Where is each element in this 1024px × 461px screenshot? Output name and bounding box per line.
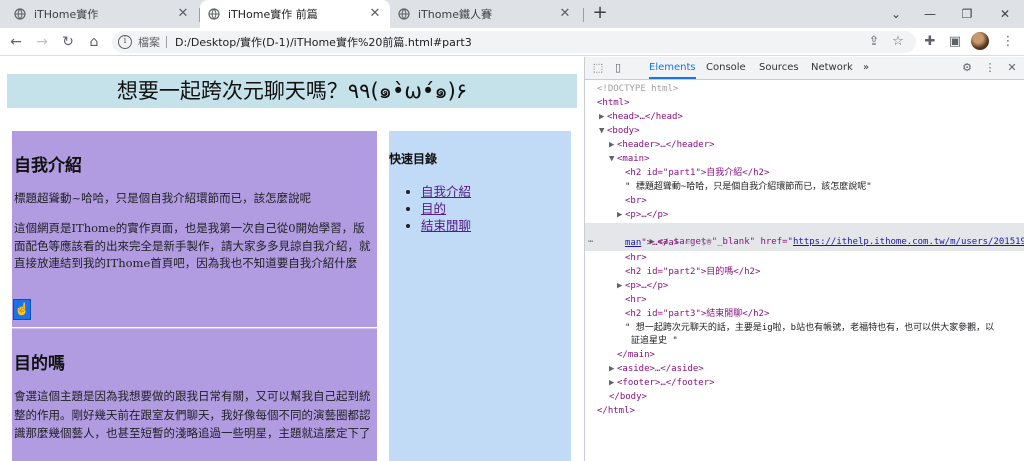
dom-node[interactable]: ▶ <aside>…</aside> (585, 363, 1024, 376)
dom-node[interactable]: <h2 id="part3">結束閒聊</h2> (585, 308, 1024, 321)
dom-node[interactable]: <!DOCTYPE html> (585, 83, 1024, 96)
paragraph: 這個網頁是IThome的實作頁面，也是我第一次自己從0開始學習，版面配色等應該看… (14, 221, 371, 270)
close-icon[interactable]: ✕ (368, 7, 382, 21)
expand-triangle-icon[interactable]: ▶ (617, 209, 625, 222)
toc-title: 快速目錄 (389, 152, 438, 166)
main-content: 自我介紹 標題超聳動~哈哈，只是個自我介紹環節而已，該怎麼說呢 這個網頁是ITh… (12, 131, 377, 461)
close-icon[interactable]: ✕ (176, 7, 190, 21)
list-item: 目的 (421, 200, 471, 217)
section-purpose: 目的嗎 會選這個主題是因為我想要做的跟我日常有關，又可以幫我自己起到統整的作用。… (12, 328, 377, 461)
tab-title: iThome鐵人賽 (418, 8, 492, 21)
dom-node[interactable]: <hr> (585, 294, 1024, 307)
close-window-icon[interactable]: ✕ (996, 5, 1014, 23)
tab-elements[interactable]: Elements (649, 57, 696, 79)
menu-icon[interactable]: ⋮ (998, 32, 1018, 52)
devtools-tabbar: ⬚ ▯ Elements Console Sources Network » ⚙… (585, 57, 1024, 80)
paragraph: 標題超聳動~哈哈，只是個自我介紹環節而已，該怎麼說呢 (14, 191, 312, 205)
dom-node[interactable]: ▶ <footer>…</footer> (585, 377, 1024, 390)
address-url: D:/Desktop/實作(D-1)/iTHome實作%20前篇.html#pa… (175, 36, 472, 49)
devtools-panel: ⬚ ▯ Elements Console Sources Network » ⚙… (584, 57, 1024, 461)
dom-node[interactable]: </body> (585, 391, 1024, 404)
tab-ithome-ironman[interactable]: iThome鐵人賽 ✕ (398, 0, 580, 28)
back-icon[interactable]: ← (6, 32, 26, 52)
expand-triangle-icon[interactable]: ▶ (609, 377, 617, 390)
bookmark-star-icon[interactable]: ☆ (888, 32, 908, 52)
close-icon[interactable]: ✕ (558, 7, 572, 21)
close-devtools-icon[interactable]: ✕ (1004, 60, 1020, 76)
tab-title: iTHome實作 前篇 (228, 8, 318, 21)
dom-node[interactable]: <br> (585, 195, 1024, 208)
quick-toc-aside: 快速目錄 自我介紹 目的 結束閒聊 (389, 131, 571, 461)
toc-link-purpose[interactable]: 目的 (421, 201, 446, 216)
paragraph: 會選這個主題是因為我想要做的跟我日常有關，又可以幫我自己起到統整的作用。剛好幾天… (14, 389, 371, 440)
section-heading: 自我介紹 (14, 156, 82, 176)
dom-node[interactable]: </html> (585, 405, 1024, 418)
tab-search-icon[interactable]: ⌄ (887, 5, 905, 23)
tab-ithome-practice[interactable]: iTHome實作 ✕ (14, 0, 198, 28)
new-tab-button[interactable]: + (590, 3, 610, 25)
globe-icon (14, 8, 26, 20)
tab-strip: iTHome實作 ✕ iTHome實作 前篇 ✕ iThome鐵人賽 ✕ + ⌄… (0, 0, 1024, 28)
dom-node[interactable]: <h2 id="part2">目的嗎</h2> (585, 266, 1024, 279)
dom-node[interactable]: " 標題超聳動~哈哈，只是個自我介紹環節而已，該怎麼說呢" (585, 181, 1024, 194)
dom-node[interactable]: ▼ <body> (585, 125, 1024, 138)
page-viewport: 想要一起跨次元聊天嗎？٩٩(๑•̀ω•́๑)۶ 自我介紹 標題超聳動~哈哈，只是… (0, 57, 584, 461)
list-item: 自我介紹 (421, 183, 471, 200)
dom-node[interactable]: </main> (585, 349, 1024, 362)
dom-node[interactable]: ▶ <p>…</p> (585, 209, 1024, 222)
address-bar[interactable]: i 檔案 D:/Desktop/實作(D-1)/iTHome實作%20前篇.ht… (112, 31, 916, 53)
profile-avatar[interactable] (971, 32, 989, 50)
collapse-triangle-icon[interactable]: ▼ (599, 125, 607, 138)
restore-icon[interactable]: ❐ (958, 5, 976, 23)
tab-separator (583, 8, 584, 22)
tab-network[interactable]: Network (811, 57, 853, 79)
ithome-link-icon[interactable]: ☝ (13, 299, 31, 320)
expand-triangle-icon[interactable]: ▶ (609, 363, 617, 376)
tab-console[interactable]: Console (706, 57, 746, 79)
tab-sources[interactable]: Sources (759, 57, 799, 79)
expand-triangle-icon[interactable]: ▶ (617, 280, 625, 293)
home-icon[interactable]: ⌂ (84, 32, 104, 52)
inspect-element-icon[interactable]: ⬚ (590, 60, 606, 76)
device-toolbar-icon[interactable]: ▯ (610, 60, 626, 76)
dom-node[interactable]: " 想一起跨次元聊天的話，主要是ig啦，b站也有帳號，老福特也有，也可以供大家參… (585, 322, 1024, 335)
dom-node[interactable]: ▶ <header>…</header> (585, 139, 1024, 152)
info-icon[interactable]: i (118, 35, 132, 49)
dom-node-continued: man">…</a> == $0 (625, 238, 712, 248)
section-self-intro: 自我介紹 標題超聳動~哈哈，只是個自我介紹環節而已，該怎麼說呢 這個網頁是ITh… (12, 131, 377, 327)
dom-node[interactable]: ▶ <p>…</p> (585, 280, 1024, 293)
address-scheme: 檔案 (138, 36, 160, 49)
browser-toolbar: ← → ↻ ⌂ i 檔案 D:/Desktop/實作(D-1)/iTHome實作… (0, 28, 1024, 56)
dom-node[interactable]: ▶ <head>…</head> (585, 111, 1024, 124)
toc-link-closing[interactable]: 結束閒聊 (421, 218, 471, 233)
extensions-icon[interactable]: ✚ (920, 32, 940, 52)
more-tabs-icon[interactable]: » (863, 57, 869, 79)
address-divider (166, 36, 167, 48)
dom-node[interactable]: <h2 id="part1">自我介紹</h2> (585, 167, 1024, 180)
expand-triangle-icon[interactable]: ▶ (599, 111, 607, 124)
side-panel-icon[interactable]: ▣ (945, 32, 965, 52)
dom-node[interactable]: <html> (585, 97, 1024, 110)
share-icon[interactable]: ⇪ (864, 32, 884, 52)
expand-triangle-icon[interactable]: ▶ (609, 139, 617, 152)
globe-icon (398, 8, 410, 20)
page-title: 想要一起跨次元聊天嗎？٩٩(๑•̀ω•́๑)۶ (7, 74, 577, 108)
dom-node-continued: 証追星史 " (631, 336, 678, 346)
tab-title: iTHome實作 (34, 8, 99, 21)
reload-icon[interactable]: ↻ (58, 32, 78, 52)
dom-node[interactable]: <hr> (585, 252, 1024, 265)
forward-icon[interactable]: → (32, 32, 52, 52)
minimize-icon[interactable]: — (921, 5, 939, 23)
list-item: 結束閒聊 (421, 217, 471, 234)
globe-icon (208, 8, 220, 20)
kebab-menu-icon[interactable]: ⋮ (982, 60, 998, 76)
dom-node[interactable]: ▼ <main> (585, 153, 1024, 166)
tab-ithome-practice-part1[interactable]: iTHome實作 前篇 ✕ (200, 0, 390, 28)
settings-gear-icon[interactable]: ⚙ (959, 60, 975, 76)
toc-list: 自我介紹 目的 結束閒聊 (403, 183, 471, 234)
section-heading: 目的嗎 (14, 354, 65, 374)
toc-link-self-intro[interactable]: 自我介紹 (421, 184, 471, 199)
collapse-triangle-icon[interactable]: ▼ (609, 153, 617, 166)
